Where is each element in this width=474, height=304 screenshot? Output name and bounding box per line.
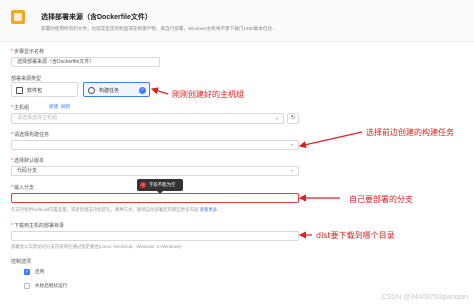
- chevron-down-icon: ▾: [291, 142, 294, 147]
- host-group-select[interactable]: 请选择选择主机组: [11, 113, 284, 124]
- branch-hint: 仅支持使用selfbuild内置变量，或者直接支持指定在，两种方式，能够自动部署…: [11, 207, 218, 212]
- build-icon: [88, 87, 95, 94]
- source-type-label: 部署来源类型: [11, 76, 42, 82]
- step-description: 部署时使用所有的文件，也就是是定的制品或在构建产物，来自行部署，Windows主…: [41, 26, 276, 31]
- refresh-icon[interactable]: ↻: [287, 113, 299, 124]
- step-folder-icon: [11, 10, 25, 24]
- name-input[interactable]: 选择部署来源（含Dockerfile文件）: [11, 57, 160, 67]
- arrow-build: [298, 131, 363, 149]
- enable-checkbox[interactable]: ✓: [24, 269, 30, 275]
- arrow-host: [150, 87, 169, 95]
- source-option-build-task[interactable]: 构建任务 ✓: [83, 82, 150, 97]
- continue-on-fail-checkbox[interactable]: [24, 283, 30, 289]
- download-dir-input[interactable]: [11, 231, 299, 241]
- annotation-arrows: [150, 87, 363, 239]
- enable-checkbox-label: 启用: [35, 269, 45, 274]
- annotation-branch: 自己要部署的分支: [349, 195, 413, 204]
- step-header: 选择部署来源（含Dockerfile文件） 部署时使用所有的文件，也就是是定的制…: [0, 0, 474, 42]
- build-task-select[interactable]: [11, 140, 299, 150]
- download-dir-label: *下载到主机的部署目录: [11, 223, 64, 229]
- required-tooltip: ! 字段不能为空: [137, 179, 183, 194]
- package-icon: [16, 87, 23, 94]
- error-icon: !: [140, 182, 146, 188]
- download-dir-hint: 部署会以实际访问分支内容将在通过指定路径(Linux: /tem/local，W…: [11, 244, 182, 249]
- source-option-package[interactable]: 软件包: [11, 82, 78, 97]
- continue-on-fail-label: 失败后继续运行: [35, 283, 68, 288]
- annotation-host: 刚刚创建好的主机组: [172, 90, 244, 99]
- default-version-label: *选择默认版本: [11, 158, 44, 164]
- step-title: 选择部署来源（含Dockerfile文件）: [41, 14, 152, 21]
- selected-check-icon: ✓: [139, 87, 146, 94]
- annotation-dist: dist要下载到哪个目录: [316, 231, 395, 240]
- chevron-down-icon: ▾: [276, 116, 279, 121]
- chevron-down-icon: ▾: [291, 168, 294, 173]
- watermark: CSDN @34009750qianqian: [381, 294, 469, 301]
- branch-input[interactable]: [11, 193, 299, 203]
- control-options-label: 控制选项: [11, 259, 32, 265]
- host-group-label: *主机组: [11, 105, 29, 111]
- branch-hint-more-link[interactable]: 查看更多: [200, 207, 218, 212]
- host-group-refresh-link[interactable]: 刷新: [61, 104, 70, 110]
- default-version-select[interactable]: 代码分支: [11, 166, 299, 176]
- build-task-label: *请选择构建任务: [11, 132, 49, 138]
- branch-label: *输入分支: [11, 185, 34, 191]
- annotation-build: 选择前边创建的构建任务: [366, 128, 454, 137]
- name-label: *步骤显示名称: [11, 49, 44, 55]
